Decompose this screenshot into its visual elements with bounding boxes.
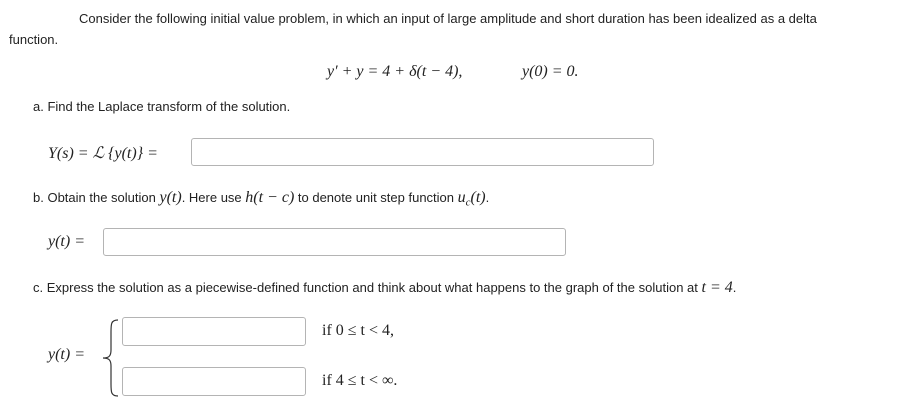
piecewise-first-input[interactable] <box>122 317 306 346</box>
part-c-prompt-start: c. Express the solution as a piecewise-d… <box>33 280 702 295</box>
part-b-prompt-mid: . Here use <box>181 190 246 205</box>
intro-text-continued: function. <box>9 32 59 47</box>
part-b-prompt-u-arg: (t) <box>470 189 486 206</box>
part-b-lhs: y(t) = <box>48 233 85 250</box>
part-b-prompt-u: u <box>457 189 466 206</box>
part-c-lhs: y(t) = <box>48 346 85 363</box>
part-c-prompt-end: . <box>732 280 737 295</box>
piece2-condition: if 4 ≤ t < ∞. <box>322 372 398 389</box>
part-c-prompt-math: t = 4 <box>701 279 733 296</box>
part-b-prompt-mid2: to denote unit step function <box>294 190 458 205</box>
part-c-prompt: c. Express the solution as a piecewise-d… <box>33 279 736 297</box>
solution-input[interactable] <box>103 228 566 256</box>
piece1-condition: if 0 ≤ t < 4, <box>322 322 395 339</box>
part-b-prompt-end: . <box>485 190 490 205</box>
laplace-transform-input[interactable] <box>191 138 654 166</box>
part-b-prompt-h: h(t − c) <box>245 189 295 206</box>
part-a-prompt: a. Find the Laplace transform of the sol… <box>33 99 291 114</box>
left-brace <box>102 319 119 397</box>
part-b-prompt-start: b. Obtain the solution <box>33 190 160 205</box>
ivp-equation: y′ + y = 4 + δ(t − 4), <box>327 63 463 80</box>
intro-text: Consider the following initial value pro… <box>79 11 817 26</box>
ivp-initial-condition: y(0) = 0. <box>522 63 579 80</box>
part-a-lhs: Y(s) = ℒ {y(t)} = <box>48 145 158 162</box>
piecewise-second-input[interactable] <box>122 367 306 396</box>
part-b-prompt-y: y(t) <box>159 189 182 206</box>
part-b-prompt: b. Obtain the solution y(t). Here use h(… <box>33 189 489 209</box>
